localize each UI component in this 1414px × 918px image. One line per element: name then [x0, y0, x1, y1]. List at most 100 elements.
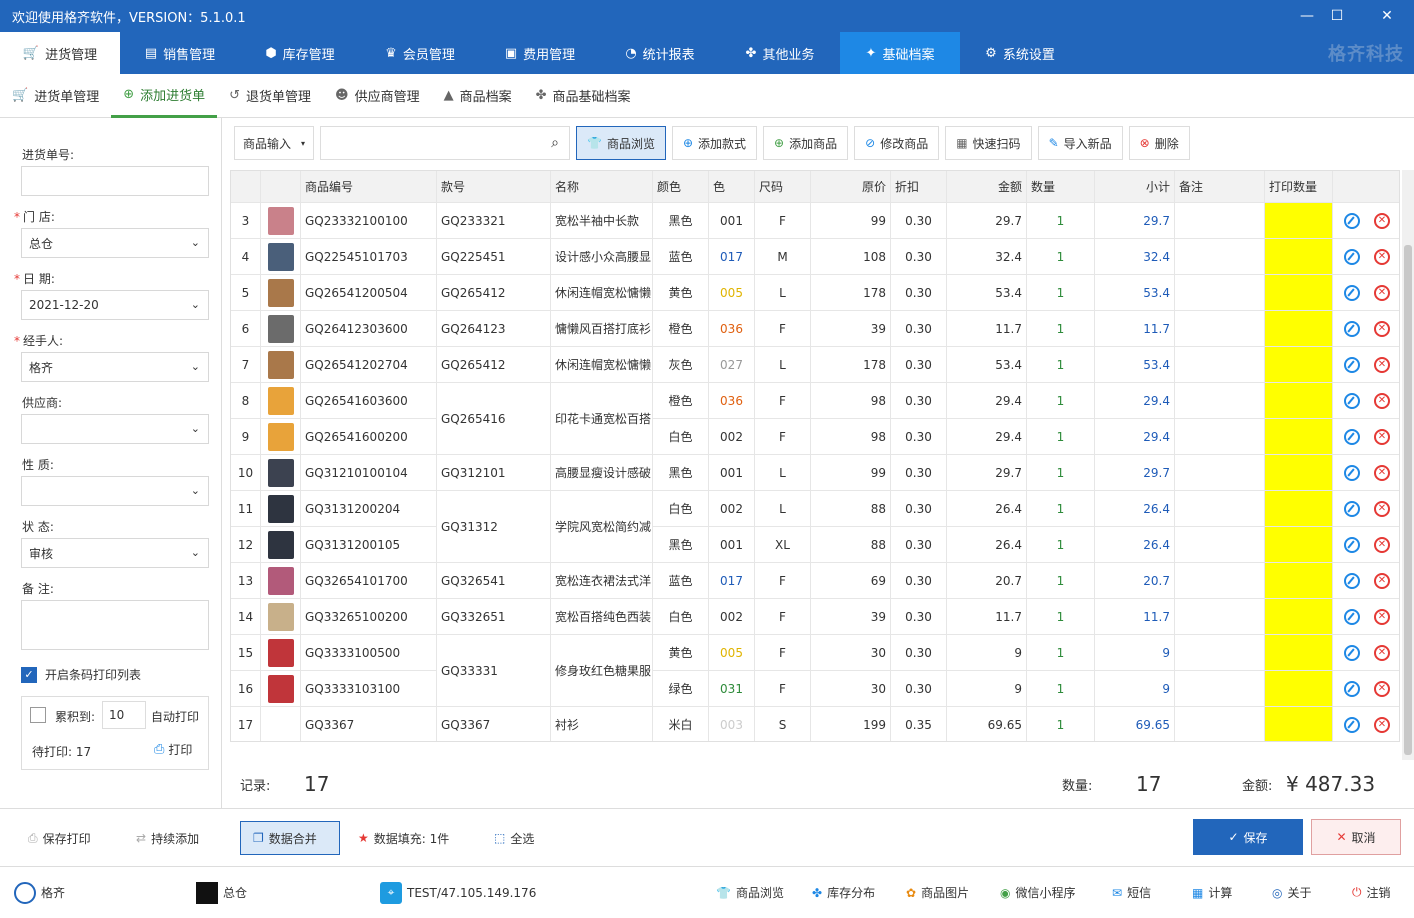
toolbar-button-6[interactable]: ⊗ 删除: [1128, 126, 1190, 160]
column-header[interactable]: 颜色: [653, 171, 709, 202]
accumulate-input[interactable]: 10: [102, 701, 146, 729]
column-header[interactable]: [1333, 171, 1399, 202]
delete-icon[interactable]: ✕: [1374, 428, 1390, 445]
handler-select[interactable]: 格齐 ⌄: [21, 352, 209, 382]
fill-data-button[interactable]: ★ 数据填充: 1件: [346, 821, 461, 855]
edit-icon[interactable]: [1344, 608, 1360, 625]
column-header[interactable]: 原价: [811, 171, 891, 202]
toolbar-button-0[interactable]: 👕 商品浏览: [576, 126, 666, 160]
print-qty-cell[interactable]: [1265, 599, 1333, 634]
column-header[interactable]: [231, 171, 261, 202]
status-link-7[interactable]: ⏻ 注销: [1352, 867, 1391, 918]
status-link-3[interactable]: ◉ 微信小程序: [1000, 867, 1076, 918]
edit-icon[interactable]: [1344, 464, 1360, 481]
edit-icon[interactable]: [1344, 572, 1360, 589]
main-tab-5[interactable]: ◔ 统计报表: [600, 32, 720, 74]
print-qty-cell[interactable]: [1265, 275, 1333, 310]
table-row[interactable]: 13 GQ32654101700 GQ326541 宽松连衣裙法式洋 蓝色 017 F 69 0…: [231, 563, 1399, 599]
column-header[interactable]: 打印数量: [1265, 171, 1333, 202]
close-button[interactable]: ✕: [1364, 0, 1410, 32]
print-qty-cell[interactable]: [1265, 491, 1333, 526]
print-qty-cell[interactable]: [1265, 419, 1333, 454]
column-header[interactable]: 金额: [947, 171, 1027, 202]
column-header[interactable]: [261, 171, 301, 202]
save-print-button[interactable]: ⎙ 保存打印: [16, 821, 103, 855]
remark-input[interactable]: [21, 600, 209, 650]
date-select[interactable]: 2021-12-20 ⌄: [21, 290, 209, 320]
edit-icon[interactable]: [1344, 680, 1360, 697]
table-row[interactable]: 16 GQ3333103100 绿色 031 F 30 0.30 9 1 9 ✕: [231, 671, 1399, 707]
order-no-input[interactable]: [21, 166, 209, 196]
toolbar-button-1[interactable]: ⊕ 添加款式: [671, 126, 758, 160]
merge-data-button[interactable]: ❐ 数据合并: [240, 821, 340, 855]
print-qty-cell[interactable]: [1265, 311, 1333, 346]
barcode-print-toggle[interactable]: ✓ 开启条码打印列表: [21, 666, 141, 683]
table-row[interactable]: 12 GQ3131200105 黑色 001 XL 88 0.30 26.4 1 26.4 ✕: [231, 527, 1399, 563]
status-link-4[interactable]: ✉ 短信: [1112, 867, 1151, 918]
toolbar-button-4[interactable]: ▦ 快速扫码: [945, 126, 1032, 160]
delete-icon[interactable]: ✕: [1374, 644, 1390, 661]
main-tab-8[interactable]: ⚙ 系统设置: [960, 32, 1080, 74]
delete-icon[interactable]: ✕: [1374, 608, 1390, 625]
store-select[interactable]: 总仓 ⌄: [21, 228, 209, 258]
table-row[interactable]: 14 GQ33265100200 GQ332651 宽松百搭纯色西装 白色 002 F 39 0…: [231, 599, 1399, 635]
table-row[interactable]: 11 GQ3131200204 GQ31312 学院风宽松简约减 白色 002 L 88 0.3…: [231, 491, 1399, 563]
status-link-0[interactable]: 👕 商品浏览: [716, 867, 784, 918]
table-row[interactable]: 8 GQ26541603600 GQ265416 印花卡通宽松百搭 橙色 036 F 98 0.…: [231, 383, 1399, 455]
column-header[interactable]: 名称: [551, 171, 653, 202]
print-qty-cell[interactable]: [1265, 239, 1333, 274]
column-header[interactable]: 数量: [1027, 171, 1095, 202]
print-qty-cell[interactable]: [1265, 455, 1333, 490]
edit-icon[interactable]: [1344, 320, 1360, 337]
edit-icon[interactable]: [1344, 212, 1360, 229]
delete-icon[interactable]: ✕: [1374, 320, 1390, 337]
table-row[interactable]: 15 GQ3333100500 GQ33331 修身玫红色糖果服 黄色 005 F 30 0.3…: [231, 635, 1399, 707]
continue-add-button[interactable]: ⇄ 持续添加: [124, 821, 211, 855]
table-row[interactable]: 10 GQ31210100104 GQ312101 高腰显瘦设计感破 黑色 001 L 99 0…: [231, 455, 1399, 491]
print-qty-cell[interactable]: [1265, 383, 1333, 418]
checkbox-checked-icon[interactable]: ✓: [21, 666, 37, 683]
sub-tab-1[interactable]: ⊕ 添加进货单: [111, 74, 218, 118]
table-row[interactable]: 7 GQ26541202704 GQ265412 休闲连帽宽松慵懒 灰色 027 L 178 0…: [231, 347, 1399, 383]
edit-icon[interactable]: [1344, 428, 1360, 445]
toolbar-button-5[interactable]: ✎ 导入新品: [1037, 126, 1123, 160]
status-link-6[interactable]: ◎ 关于: [1272, 867, 1312, 918]
supplier-select[interactable]: ⌄: [21, 414, 209, 444]
print-button[interactable]: ⎙ 打印: [154, 741, 192, 758]
print-qty-cell[interactable]: [1265, 203, 1333, 238]
table-row[interactable]: 4 GQ22545101703 GQ225451 设计感小众高腰显 蓝色 017 M 108 0…: [231, 239, 1399, 275]
sub-tab-2[interactable]: ↺ 退货单管理: [217, 74, 323, 118]
sub-tab-3[interactable]: ☻ 供应商管理: [323, 74, 432, 118]
status-link-1[interactable]: ✤ 库存分布: [812, 867, 875, 918]
delete-icon[interactable]: ✕: [1374, 680, 1390, 697]
column-header[interactable]: 备注: [1175, 171, 1265, 202]
status-select[interactable]: 审核 ⌄: [21, 538, 209, 568]
sub-tab-5[interactable]: ✤ 商品基础档案: [524, 74, 643, 118]
table-row[interactable]: 17 GQ3367 GQ3367 衬衫 米白 003 S 199 0.35 69.65 1 69.65…: [231, 707, 1399, 741]
delete-icon[interactable]: ✕: [1374, 536, 1390, 553]
delete-icon[interactable]: ✕: [1374, 284, 1390, 301]
main-tab-4[interactable]: ▣ 费用管理: [480, 32, 600, 74]
delete-icon[interactable]: ✕: [1374, 212, 1390, 229]
column-header[interactable]: 尺码: [755, 171, 811, 202]
table-row[interactable]: 9 GQ26541600200 白色 002 F 98 0.30 29.4 1 29.4 ✕: [231, 419, 1399, 455]
delete-icon[interactable]: ✕: [1374, 356, 1390, 373]
print-qty-cell[interactable]: [1265, 347, 1333, 382]
delete-icon[interactable]: ✕: [1374, 392, 1390, 409]
print-qty-cell[interactable]: [1265, 527, 1333, 562]
edit-icon[interactable]: [1344, 644, 1360, 661]
select-all-button[interactable]: ⬚ 全选: [482, 821, 546, 855]
cancel-button[interactable]: ✕ 取消: [1311, 819, 1401, 855]
main-tab-3[interactable]: ♛ 会员管理: [360, 32, 480, 74]
edit-icon[interactable]: [1344, 248, 1360, 265]
column-header[interactable]: 折扣: [891, 171, 947, 202]
column-header[interactable]: 小计: [1095, 171, 1175, 202]
print-qty-cell[interactable]: [1265, 671, 1333, 706]
scrollbar-thumb[interactable]: [1404, 245, 1412, 755]
input-mode-select[interactable]: 商品输入 ▾: [234, 126, 314, 160]
main-tab-2[interactable]: ⬢ 库存管理: [240, 32, 360, 74]
table-row[interactable]: 5 GQ26541200504 GQ265412 休闲连帽宽松慵懒 黄色 005 L 178 0…: [231, 275, 1399, 311]
table-row[interactable]: 3 GQ23332100100 GQ233321 宽松半袖中长款 黑色 001 F 99 0.3…: [231, 203, 1399, 239]
delete-icon[interactable]: ✕: [1374, 572, 1390, 589]
column-header[interactable]: 商品编号: [301, 171, 437, 202]
